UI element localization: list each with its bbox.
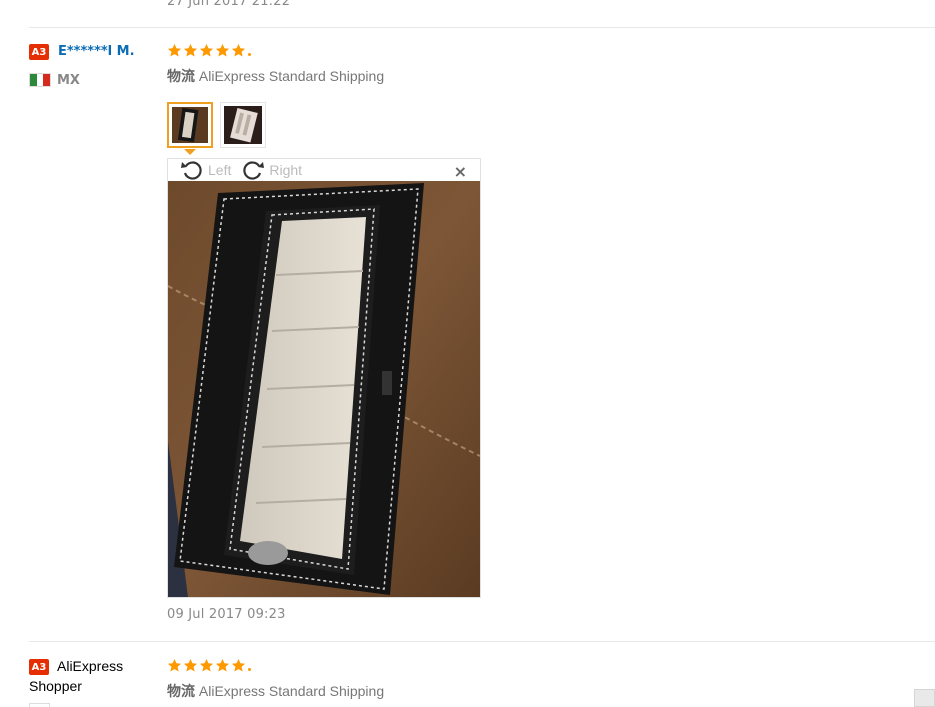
star-icon [215, 658, 230, 672]
star-icon [183, 658, 198, 672]
star-icon [199, 43, 214, 57]
active-thumbnail-pointer [184, 149, 196, 155]
viewer-toolbar: Left Right [180, 159, 302, 181]
star-icon [199, 658, 214, 672]
watch-box-thumbnail-image [224, 106, 262, 144]
star-icon [167, 658, 182, 672]
buyer-country: MX [57, 73, 80, 88]
star-rating [167, 658, 251, 673]
shipping-method: AliExpress Standard Shipping [198, 683, 385, 699]
rotate-right-label: Right [269, 162, 303, 178]
star-icon [231, 43, 246, 57]
review-photo-thumbnail[interactable] [220, 102, 266, 148]
star-icon [183, 43, 198, 57]
previous-review-date: 27 Jun 2017 21:22 [167, 0, 291, 9]
buyer-name: AliExpress Shopper [29, 658, 124, 694]
star-icon [215, 43, 230, 57]
review-divider [29, 27, 935, 28]
review-photo-thumbnail[interactable] [167, 102, 213, 148]
star-rating [167, 43, 251, 58]
rotate-left-label: Left [208, 162, 232, 178]
mexico-flag-icon [29, 73, 51, 87]
shipping-info: 物流 AliExpress Standard Shipping [167, 681, 384, 701]
shipping-label: 物流 [167, 683, 195, 699]
rotate-left-button[interactable]: Left [180, 159, 231, 181]
review-date: 09 Jul 2017 09:23 [167, 607, 286, 622]
star-icon [231, 658, 246, 672]
close-icon[interactable]: × [454, 162, 467, 181]
rotate-right-icon [243, 161, 265, 180]
shipping-method: AliExpress Standard Shipping [198, 68, 385, 84]
photo-viewer: Left Right × [167, 158, 481, 598]
floating-feedback-button[interactable] [914, 689, 935, 707]
buyer-name[interactable]: E******l M. [58, 44, 135, 59]
review-photo-large[interactable] [168, 181, 480, 597]
flag-icon [29, 703, 50, 707]
shipping-info: 物流 AliExpress Standard Shipping [167, 66, 384, 86]
shipping-label: 物流 [167, 68, 195, 84]
watch-box-thumbnail-image [172, 107, 208, 143]
rotate-right-button[interactable]: Right [241, 159, 302, 181]
buyer-level-badge: A3 [29, 44, 49, 60]
review-divider [29, 641, 935, 642]
rotate-left-icon [181, 161, 202, 180]
star-icon [167, 43, 182, 57]
